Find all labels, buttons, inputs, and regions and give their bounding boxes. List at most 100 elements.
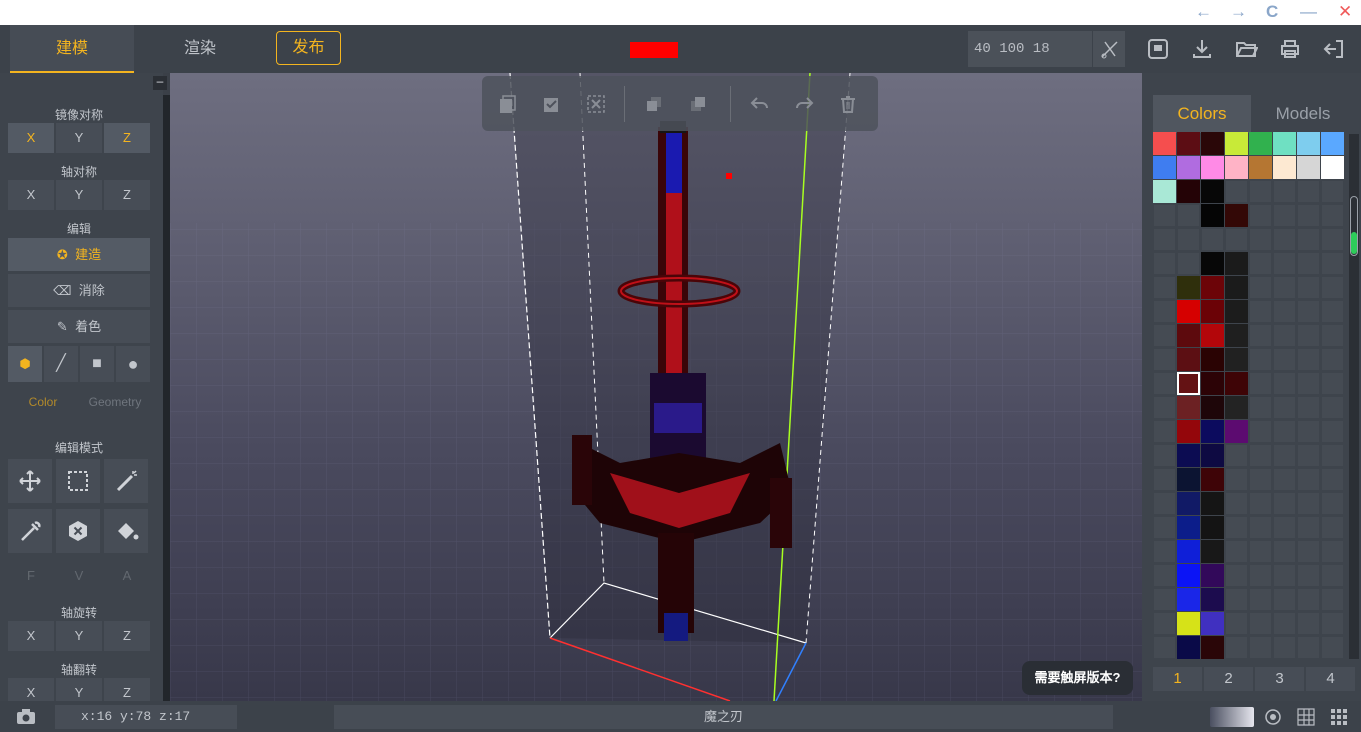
color-swatch[interactable] [1273, 204, 1296, 227]
color-swatch[interactable] [1153, 348, 1176, 371]
magic-wand-tool[interactable] [104, 459, 148, 503]
camera-icon[interactable] [16, 709, 36, 725]
color-swatch[interactable] [1273, 420, 1296, 443]
tab-models[interactable]: Models [1254, 95, 1352, 133]
color-swatch[interactable] [1153, 540, 1176, 563]
color-swatch[interactable] [1273, 588, 1296, 611]
color-swatch[interactable] [1177, 564, 1200, 587]
color-swatch[interactable] [1321, 612, 1344, 635]
axis-rot-x-button[interactable]: X [8, 621, 54, 651]
color-swatch[interactable] [1153, 444, 1176, 467]
color-swatch[interactable] [1225, 468, 1248, 491]
color-swatch[interactable] [1273, 540, 1296, 563]
tab-render[interactable]: 渲染 [150, 25, 250, 73]
color-swatch[interactable] [1273, 636, 1296, 659]
color-swatch[interactable] [1321, 396, 1344, 419]
color-swatch[interactable] [1273, 612, 1296, 635]
color-swatch[interactable] [1153, 636, 1176, 659]
color-swatch[interactable] [1225, 636, 1248, 659]
tab-model[interactable]: 建模 [10, 25, 134, 73]
color-swatch[interactable] [1249, 444, 1272, 467]
color-swatch[interactable] [1177, 468, 1200, 491]
color-swatch[interactable] [1297, 564, 1320, 587]
delete-tool[interactable] [56, 509, 100, 553]
color-swatch[interactable] [1273, 468, 1296, 491]
color-swatch[interactable] [1153, 180, 1176, 203]
color-swatch[interactable] [1249, 612, 1272, 635]
color-swatch[interactable] [1225, 372, 1248, 395]
minimize-icon[interactable]: — [1300, 1, 1317, 23]
color-swatch[interactable] [1225, 444, 1248, 467]
color-swatch[interactable] [1321, 324, 1344, 347]
crop-button[interactable] [1092, 31, 1125, 67]
color-swatch[interactable] [1201, 492, 1224, 515]
color-swatch[interactable] [1201, 636, 1224, 659]
color-swatch[interactable] [1177, 228, 1200, 251]
color-swatch[interactable] [1249, 468, 1272, 491]
color-swatch[interactable] [1225, 252, 1248, 275]
erase-button[interactable]: ⌫ 消除 [8, 274, 150, 307]
color-swatch[interactable] [1201, 180, 1224, 203]
color-swatch[interactable] [1153, 396, 1176, 419]
color-swatch[interactable] [1225, 228, 1248, 251]
color-swatch[interactable] [1321, 444, 1344, 467]
color-swatch[interactable] [1225, 588, 1248, 611]
color-swatch[interactable] [1225, 348, 1248, 371]
axis-sym-x-button[interactable]: X [8, 180, 54, 210]
color-swatch[interactable] [1321, 540, 1344, 563]
palette-scrollbar[interactable] [1349, 134, 1359, 659]
color-swatch[interactable] [1273, 132, 1296, 155]
color-swatch[interactable] [1321, 420, 1344, 443]
axis-sym-y-button[interactable]: Y [56, 180, 102, 210]
color-swatch[interactable] [1201, 228, 1224, 251]
color-swatch[interactable] [1153, 156, 1176, 179]
color-swatch[interactable] [1201, 612, 1224, 635]
paint-button[interactable]: ✎ 着色 [8, 310, 150, 343]
color-swatch[interactable] [1177, 420, 1200, 443]
color-swatch[interactable] [1273, 252, 1296, 275]
color-swatch[interactable] [1201, 564, 1224, 587]
duplicate-icon[interactable] [644, 94, 664, 114]
color-swatch[interactable] [1297, 348, 1320, 371]
color-swatch[interactable] [1201, 588, 1224, 611]
cube-shape-button[interactable]: ⬢ [8, 346, 42, 382]
color-swatch[interactable] [1225, 516, 1248, 539]
color-swatch[interactable] [1297, 276, 1320, 299]
color-swatch[interactable] [1177, 252, 1200, 275]
color-swatch[interactable] [1321, 276, 1344, 299]
color-swatch[interactable] [1321, 228, 1344, 251]
color-swatch[interactable] [1201, 516, 1224, 539]
axis-flip-x-button[interactable]: X [8, 678, 54, 701]
undo-icon[interactable] [750, 94, 770, 114]
color-swatch[interactable] [1249, 540, 1272, 563]
tab-colors[interactable]: Colors [1153, 95, 1251, 133]
color-swatch[interactable] [1249, 276, 1272, 299]
color-swatch[interactable] [1249, 156, 1272, 179]
back-icon[interactable]: ← [1195, 1, 1212, 23]
color-swatch[interactable] [1297, 228, 1320, 251]
color-swatch[interactable] [1177, 300, 1200, 323]
dimensions-field[interactable]: 40 100 18 [968, 31, 1092, 67]
color-swatch[interactable] [1153, 492, 1176, 515]
geometry-mode-button[interactable]: Geometry [80, 388, 150, 416]
v-button[interactable]: V [56, 563, 102, 589]
axis-rot-z-button[interactable]: Z [104, 621, 150, 651]
color-swatch[interactable] [1177, 324, 1200, 347]
color-swatch[interactable] [1201, 348, 1224, 371]
color-swatch[interactable] [1153, 132, 1176, 155]
color-swatch[interactable] [1297, 516, 1320, 539]
select-tool[interactable] [56, 459, 100, 503]
color-swatch[interactable] [1297, 636, 1320, 659]
color-swatch[interactable] [1321, 204, 1344, 227]
color-swatch[interactable] [1297, 444, 1320, 467]
download-icon[interactable] [1190, 37, 1214, 61]
color-swatch[interactable] [1297, 156, 1320, 179]
color-swatch[interactable] [1321, 588, 1344, 611]
target-icon[interactable] [1264, 708, 1282, 726]
color-swatch[interactable] [1201, 444, 1224, 467]
model-name-field[interactable]: 魔之刃 [334, 705, 1113, 729]
layers-icon[interactable] [688, 94, 708, 114]
color-swatch[interactable] [1177, 492, 1200, 515]
color-swatch[interactable] [1297, 396, 1320, 419]
color-swatch[interactable] [1249, 516, 1272, 539]
